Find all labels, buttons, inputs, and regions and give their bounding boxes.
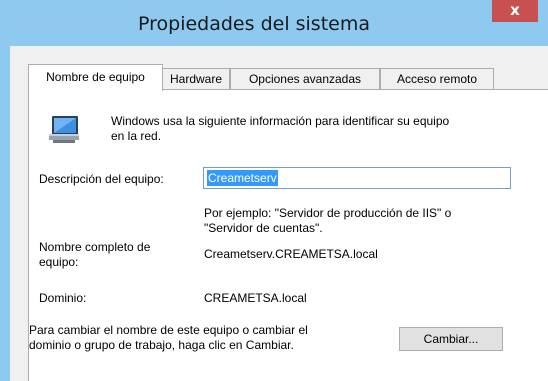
change-instructions: Para cambiar el nombre de este equipo o … [29,323,308,353]
full-name-label-line-2: equipo: [39,255,79,269]
tab-computer-name[interactable]: Nombre de equipo [28,64,163,91]
intro-line-1: Windows usa la siguiente información par… [111,114,450,128]
change-instructions-line-1: Para cambiar el nombre de este equipo o … [29,323,308,337]
intro-line-2: en la red. [111,129,162,143]
example-text: Por ejemplo: "Servidor de producción de … [204,206,451,236]
domain-label: Dominio: [39,291,87,305]
full-name-label-line-1: Nombre completo de [39,240,151,254]
example-line-2: "Servidor de cuentas". [204,221,323,235]
change-instructions-line-2: dominio o grupo de trabajo, haga clic en… [29,338,294,352]
window-title: Propiedades del sistema [138,13,370,35]
example-line-1: Por ejemplo: "Servidor de producción de … [204,206,452,220]
intro-text: Windows usa la siguiente información par… [111,114,531,144]
change-button[interactable]: Cambiar... [399,327,503,351]
close-button[interactable]: x [492,0,538,22]
description-field[interactable]: Creametserv [203,167,511,189]
tab-hardware[interactable]: Hardware [162,68,230,90]
title-bar[interactable]: Propiedades del sistema x [0,0,548,46]
full-name-value: Creametserv.CREAMETSA.local [204,247,378,261]
description-value: Creametserv [207,170,278,186]
computer-icon [49,116,79,143]
dialog-body: Nombre de equipo Hardware Opciones avanz… [10,46,548,381]
domain-value: CREAMETSA.local [204,291,307,305]
system-properties-window: Propiedades del sistema x Nombre de equi… [0,0,548,381]
description-label: Descripción del equipo: [39,172,164,186]
tab-advanced-options[interactable]: Opciones avanzadas [230,68,380,90]
tab-remote-access[interactable]: Acceso remoto [380,68,494,90]
full-name-label: Nombre completo de equipo: [39,240,150,270]
